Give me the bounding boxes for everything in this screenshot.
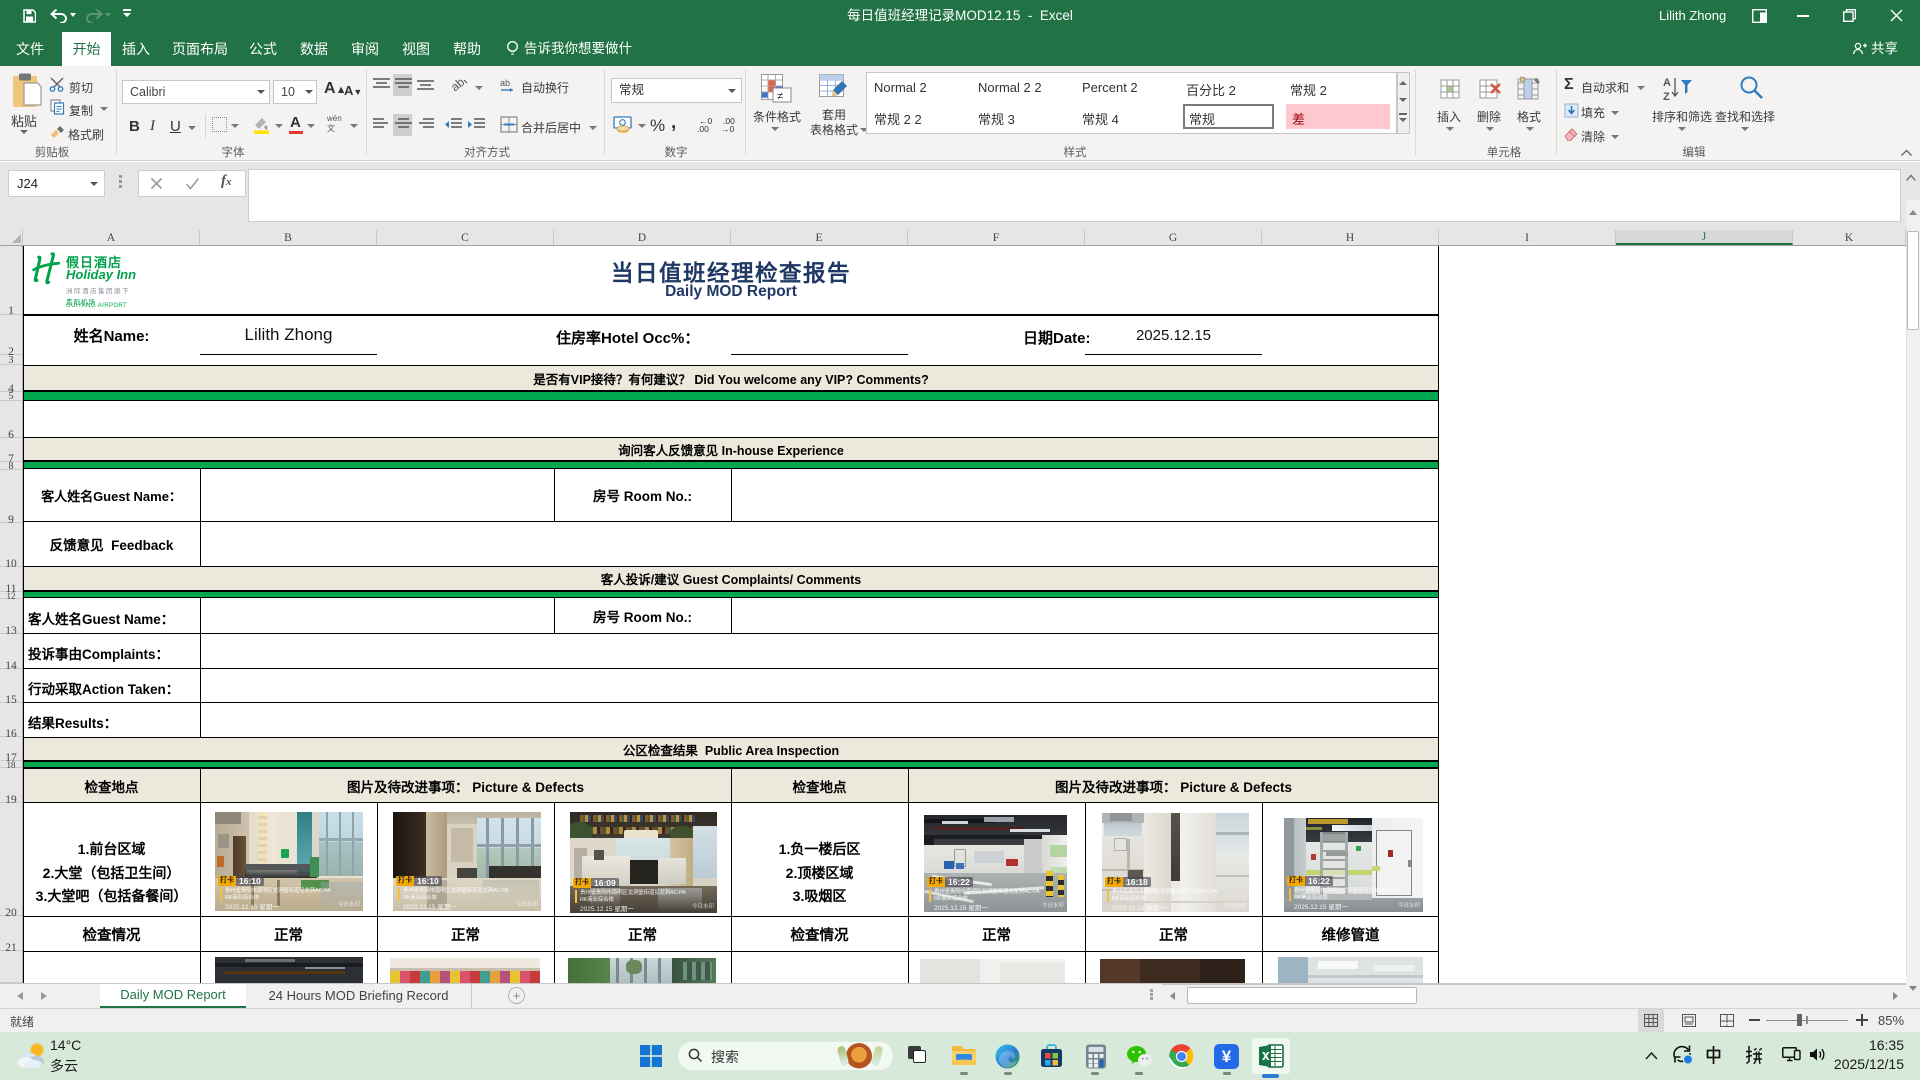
svg-text:Z: Z (1663, 91, 1670, 103)
svg-text:←0: ←0 (699, 117, 713, 126)
svg-text:≠: ≠ (777, 91, 783, 103)
svg-text:A: A (1663, 77, 1671, 89)
svg-text:ab: ab (500, 78, 510, 88)
svg-text:ab: ab (451, 76, 467, 94)
svg-text:→0: →0 (721, 124, 735, 134)
